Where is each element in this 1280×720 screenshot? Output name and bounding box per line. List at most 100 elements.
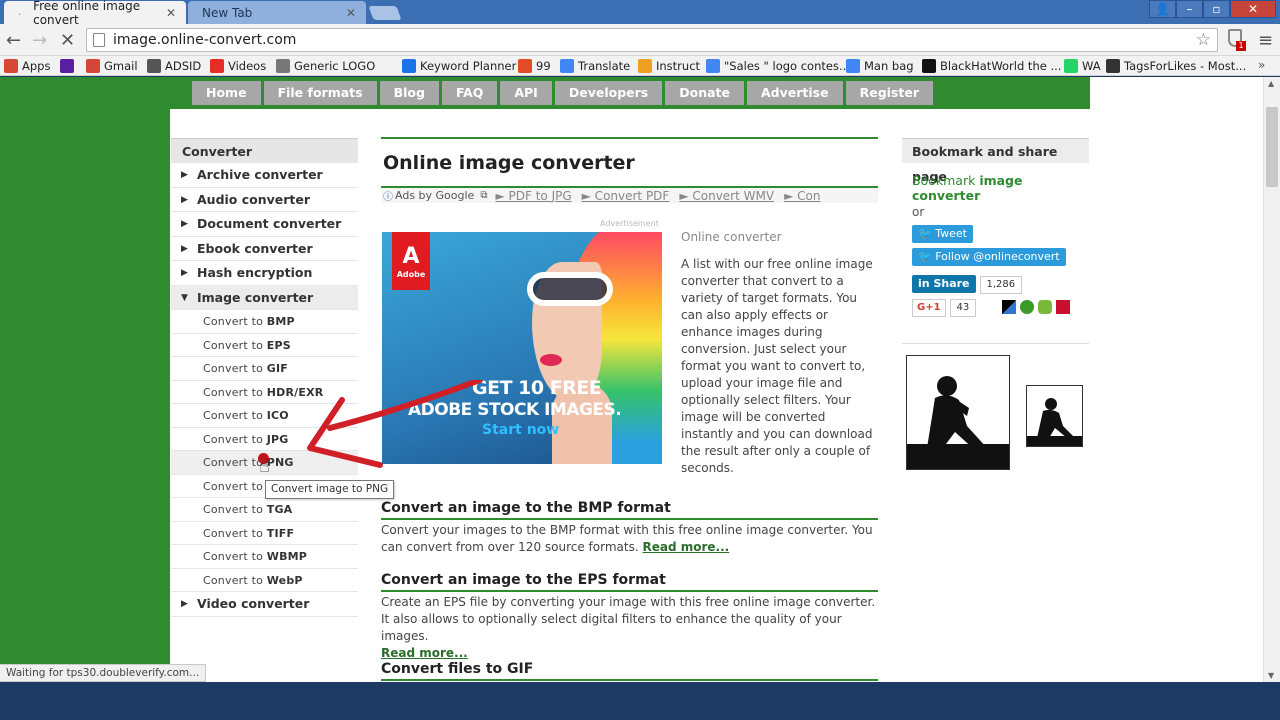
menu-icon[interactable]: ≡ <box>1258 30 1273 51</box>
google-bookmarks-icon[interactable] <box>1056 299 1071 314</box>
read-more-link[interactable]: Read more... <box>381 646 468 660</box>
nav-donate[interactable]: Donate <box>665 81 744 105</box>
bookmark-10[interactable]: "Sales " logo contes... <box>706 58 850 73</box>
convert-to-tiff-link[interactable]: Convert to TIFF <box>171 522 358 545</box>
tweet-label: Tweet <box>935 227 967 240</box>
ads-by-label[interactable]: Ads by Google <box>395 189 474 202</box>
minimize-button[interactable]: – <box>1176 0 1203 18</box>
bookmark-4[interactable]: Videos <box>210 58 266 73</box>
sidebar-item[interactable]: ▶ Audio converter <box>171 188 358 212</box>
convert-to-bmp-link[interactable]: Convert to BMP <box>171 310 358 334</box>
maximize-button[interactable]: ▫ <box>1203 0 1230 18</box>
more-bookmarks-icon[interactable]: » <box>1258 58 1265 72</box>
nav-register[interactable]: Register <box>845 81 933 105</box>
close-tab-icon[interactable]: ✕ <box>346 6 356 20</box>
close-window-button[interactable]: ✕ <box>1230 0 1276 18</box>
banner-lips-shape <box>540 354 562 366</box>
linkedin-share-button[interactable]: in Share <box>912 275 976 293</box>
convert-to-prefix: Convert to <box>203 385 267 399</box>
ad-link[interactable]: ► Convert WMV <box>679 189 774 203</box>
tab-active[interactable]: · Free online image convert ✕ <box>4 0 186 27</box>
convert-to-wbmp-link[interactable]: Convert to WBMP <box>171 545 358 569</box>
sidebar-item[interactable]: ▶ Ebook converter <box>171 237 358 261</box>
nav-home[interactable]: Home <box>192 81 261 105</box>
ad-link[interactable]: ► Con <box>784 189 820 203</box>
section-title[interactable]: Convert files to GIF <box>381 661 878 681</box>
bookmark-2[interactable]: Gmail <box>86 58 138 73</box>
silhouette-icon <box>1027 398 1082 446</box>
intro-heading: Online converter <box>681 230 782 244</box>
triangle-right-icon: ▶ <box>181 219 188 229</box>
info-icon[interactable]: ⓘ <box>383 188 393 203</box>
external-link-icon[interactable]: ⧉ <box>480 190 487 201</box>
bookmark-7[interactable]: 99 <box>518 58 551 73</box>
tagsforlikes-icon <box>1106 58 1120 73</box>
delicious-icon[interactable] <box>1002 299 1017 314</box>
nav-developers[interactable]: Developers <box>554 81 663 105</box>
scroll-up-icon[interactable]: ▲ <box>1268 79 1274 88</box>
address-bar[interactable]: image.online-convert.com ☆ <box>86 28 1218 52</box>
stumbleupon-icon[interactable] <box>1020 299 1035 314</box>
forward-arrow-icon[interactable]: → <box>32 30 47 51</box>
bookmark-13[interactable]: WA <box>1064 58 1101 73</box>
bookmark-label: Instruct <box>656 58 701 73</box>
intro-panel: Online converter A list with our free on… <box>681 229 879 477</box>
apps-grid-icon <box>4 58 18 73</box>
convert-to-tga-link[interactable]: Convert to TGA <box>171 498 358 522</box>
bookmark-0[interactable]: Apps <box>4 58 50 73</box>
convert-to-prefix: Convert to <box>203 338 267 352</box>
nav-file-formats[interactable]: File formats <box>263 81 377 105</box>
new-tab-button[interactable] <box>368 6 402 20</box>
bookmark-9[interactable]: Instruct <box>638 58 701 73</box>
sidebar-item[interactable]: ▶ Document converter <box>171 212 358 237</box>
follow-button[interactable]: 🐦 Follow @onlineconvert <box>912 248 1066 266</box>
read-more-link[interactable]: Read more... <box>642 540 729 554</box>
bookmark-8[interactable]: Translate <box>560 58 630 73</box>
scroll-down-icon[interactable]: ▼ <box>1268 671 1274 680</box>
nav-advertise[interactable]: Advertise <box>747 81 843 105</box>
bookmark-12[interactable]: BlackHatWorld the ... <box>922 58 1061 73</box>
bookmark-1[interactable] <box>60 58 78 73</box>
close-tab-icon[interactable]: ✕ <box>166 6 176 20</box>
tab-new[interactable]: New Tab ✕ <box>188 1 366 24</box>
ad-link[interactable]: ► Convert PDF <box>582 189 670 203</box>
nav-api[interactable]: API <box>500 81 552 105</box>
myspace-icon[interactable] <box>1038 299 1053 314</box>
convert-to-webp-link[interactable]: Convert to WebP <box>171 569 358 592</box>
ad-link[interactable]: ► PDF to JPG <box>495 189 571 203</box>
section-title[interactable]: Convert an image to the BMP format <box>381 500 878 520</box>
main-nav: Home File formats Blog FAQ API Developers Dona… <box>192 81 933 105</box>
bookmark-5[interactable]: Generic LOGO <box>276 58 375 73</box>
bookmark-star-icon[interactable]: ☆ <box>1196 30 1211 50</box>
bookmark-3[interactable]: ADSID <box>147 58 201 73</box>
scrollbar-thumb[interactable] <box>1266 107 1278 187</box>
nav-blog[interactable]: Blog <box>379 81 439 105</box>
convert-to-prefix: Convert to <box>203 573 267 587</box>
user-icon[interactable]: 👤 <box>1149 0 1176 18</box>
convert-to-gif-link[interactable]: Convert to GIF <box>171 357 358 381</box>
banner-cta[interactable]: Start now <box>482 422 559 438</box>
sidebar-item[interactable]: ▶ Hash encryption <box>171 261 358 286</box>
sidebar-item[interactable]: ▼ Image converter <box>171 285 358 310</box>
sidebar-item-label: Archive converter <box>197 167 323 182</box>
tweet-button[interactable]: 🐦 Tweet <box>912 225 973 243</box>
convert-to-eps-link[interactable]: Convert to EPS <box>171 334 358 357</box>
nav-faq[interactable]: FAQ <box>441 81 498 105</box>
vertical-scrollbar[interactable]: ▲ ▼ <box>1263 77 1280 682</box>
sidebar-item[interactable]: ▶ Archive converter <box>171 163 358 188</box>
share-panel: Bookmark and share page Bookmark image c… <box>902 138 1089 317</box>
page-title: Online image converter <box>383 152 635 174</box>
pensive-figure-thumbnail <box>1026 385 1083 447</box>
bookmark-11[interactable]: Man bag <box>846 58 914 73</box>
convert-to-prefix: Convert to <box>203 503 267 516</box>
back-arrow-icon[interactable]: ← <box>6 30 21 51</box>
gplus-button[interactable]: G+1 <box>912 299 946 317</box>
translate-icon <box>560 58 574 73</box>
bookmark-6[interactable]: Keyword Planner <box>402 58 516 73</box>
tab-title: New Tab <box>202 5 253 20</box>
bookmark-14[interactable]: TagsForLikes - Most... <box>1106 58 1246 73</box>
stop-icon[interactable]: ✕ <box>60 30 75 51</box>
format-name: WBMP <box>266 550 308 563</box>
sidebar-item[interactable]: ▶ Video converter <box>171 592 358 617</box>
section-title[interactable]: Convert an image to the EPS format <box>381 572 878 592</box>
